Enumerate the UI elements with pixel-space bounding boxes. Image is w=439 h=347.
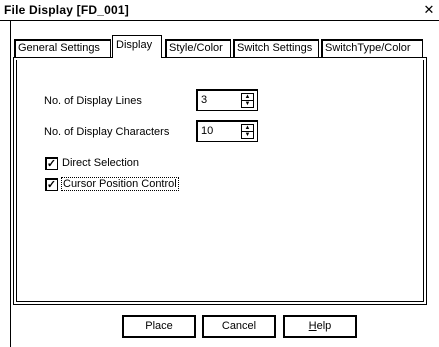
close-icon[interactable]: ✕: [421, 2, 437, 17]
display-chars-label: No. of Display Characters: [44, 126, 170, 138]
spinner-arrows[interactable]: ▲ ▼: [241, 124, 254, 139]
tab-switchtype-color[interactable]: SwitchType/Color: [321, 39, 423, 57]
tab-label: SwitchType/Color: [325, 42, 411, 54]
display-lines-spinner[interactable]: 3 ▲ ▼: [196, 89, 258, 111]
direct-selection-label: Direct Selection: [62, 157, 140, 169]
display-chars-spinner[interactable]: 10 ▲ ▼: [196, 120, 258, 142]
tab-style-color[interactable]: Style/Color: [165, 39, 231, 57]
spin-down-icon[interactable]: ▼: [242, 101, 253, 108]
tab-general-settings[interactable]: General Settings: [14, 39, 111, 57]
cursor-position-row[interactable]: ✓ Cursor Position Control: [45, 177, 245, 193]
spinner-arrows[interactable]: ▲ ▼: [241, 93, 254, 108]
display-panel: No. of Display Lines 3 ▲ ▼ No. of Displa…: [13, 57, 427, 305]
spin-down-icon[interactable]: ▼: [242, 132, 253, 139]
tab-label: Style/Color: [169, 42, 223, 54]
tab-label: General Settings: [18, 42, 100, 54]
spin-up-icon[interactable]: ▲: [242, 125, 253, 132]
place-button-label: Place: [145, 320, 173, 332]
dialog-border: [10, 21, 11, 347]
direct-selection-checkbox[interactable]: ✓: [45, 157, 58, 170]
help-hotkey: H: [308, 320, 317, 332]
tab-display[interactable]: Display: [112, 35, 162, 58]
tab-label: Display: [116, 39, 153, 51]
cancel-button[interactable]: Cancel: [202, 315, 276, 338]
cursor-position-label: Cursor Position Control: [61, 177, 179, 191]
cancel-button-label: Cancel: [221, 320, 257, 332]
tab-label: Switch Settings: [237, 42, 313, 54]
direct-selection-row[interactable]: ✓ Direct Selection: [45, 156, 245, 172]
spin-up-icon[interactable]: ▲: [242, 94, 253, 101]
display-lines-value[interactable]: 3: [201, 94, 207, 106]
tab-switch-settings[interactable]: Switch Settings: [233, 39, 319, 57]
title-bar: File Display [FD_001] ✕: [0, 0, 439, 21]
display-chars-value[interactable]: 10: [201, 125, 213, 137]
display-lines-label: No. of Display Lines: [44, 95, 142, 107]
window-title: File Display [FD_001]: [4, 3, 129, 17]
cursor-position-checkbox[interactable]: ✓: [45, 178, 58, 191]
help-button[interactable]: Help: [283, 315, 357, 338]
place-button[interactable]: Place: [122, 315, 196, 338]
help-button-label: elp: [316, 320, 332, 332]
